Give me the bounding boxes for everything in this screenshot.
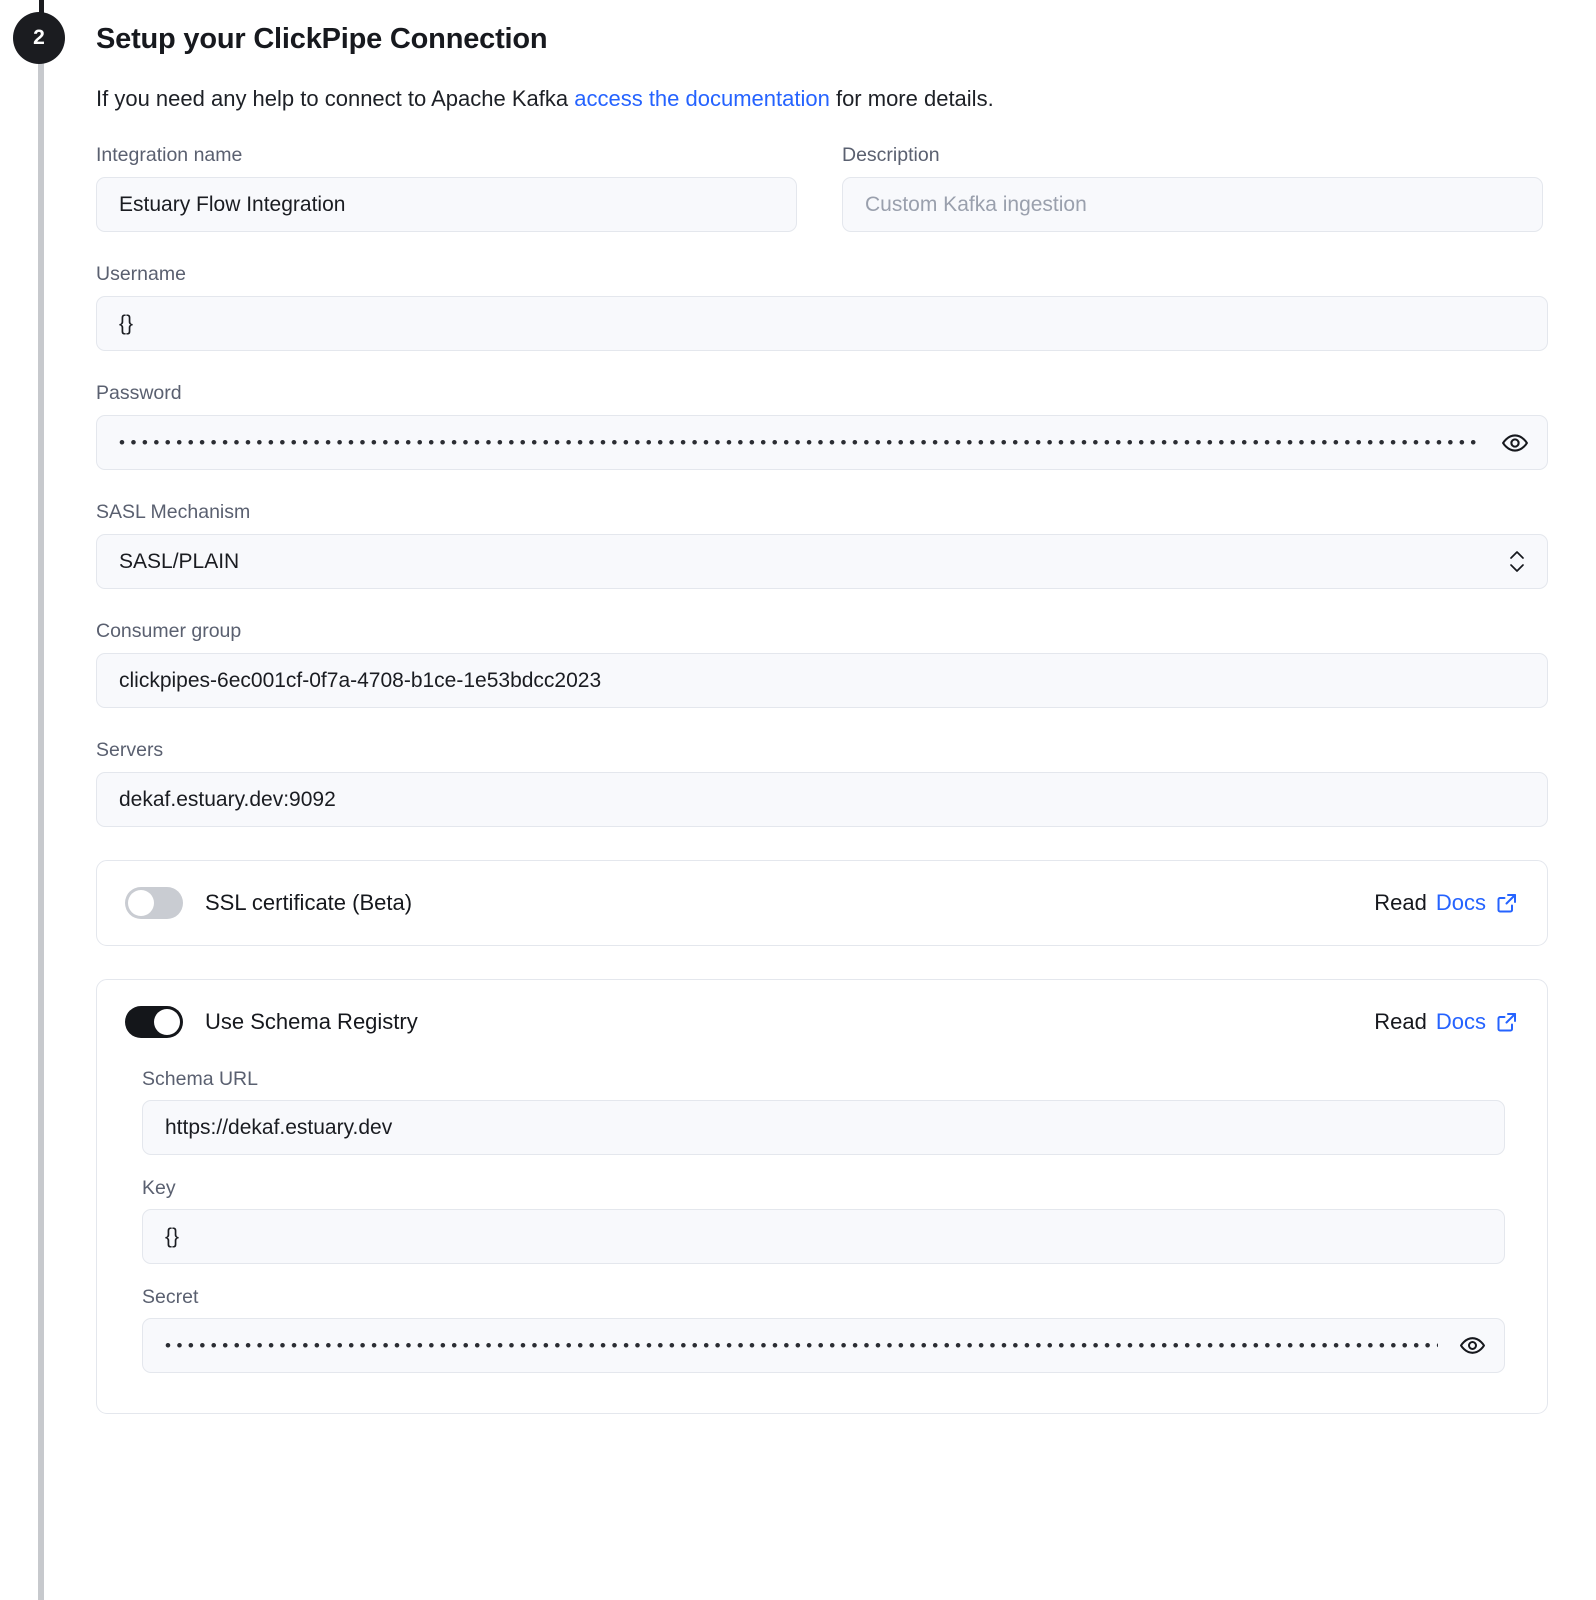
schema-registry-toggle-group: Use Schema Registry	[125, 1006, 418, 1038]
ssl-certificate-card: SSL certificate (Beta) Read Docs	[96, 860, 1548, 946]
description-label: Description	[842, 144, 1543, 166]
servers-label: Servers	[96, 739, 1548, 761]
external-link-icon	[1495, 1010, 1519, 1034]
schema-docs-word: Docs	[1436, 1009, 1486, 1035]
rail-line-below	[38, 62, 44, 1600]
chevron-up-down-icon[interactable]	[1506, 547, 1528, 577]
consumer-group-label: Consumer group	[96, 620, 1548, 642]
schema-secret-label: Secret	[142, 1286, 1505, 1308]
sasl-mechanism-label: SASL Mechanism	[96, 501, 1548, 523]
sasl-mechanism-select[interactable]: SASL/PLAIN	[96, 534, 1548, 589]
schema-registry-toggle[interactable]	[125, 1006, 183, 1038]
schema-registry-read-docs-link[interactable]: Read Docs	[1374, 1009, 1519, 1035]
schema-key-label: Key	[142, 1177, 1505, 1199]
description-input[interactable]: Custom Kafka ingestion	[842, 177, 1543, 232]
password-group: Password •••••••••••••••••••••••••••••••…	[96, 382, 1548, 470]
integration-name-label: Integration name	[96, 144, 797, 166]
eye-icon[interactable]	[1500, 428, 1530, 458]
eye-icon[interactable]	[1457, 1331, 1487, 1361]
schema-url-label: Schema URL	[142, 1068, 1505, 1090]
schema-registry-body: Schema URL https://dekaf.estuary.dev Key…	[97, 1068, 1547, 1413]
schema-secret-group: Secret •••••••••••••••••••••••••••••••••…	[142, 1286, 1505, 1373]
consumer-group-group: Consumer group clickpipes-6ec001cf-0f7a-…	[96, 620, 1548, 708]
servers-input[interactable]: dekaf.estuary.dev:9092	[96, 772, 1548, 827]
step-number-badge: 2	[13, 12, 65, 64]
schema-key-group: Key {}	[142, 1177, 1505, 1264]
subtitle-text-after: for more details.	[830, 86, 994, 111]
name-description-row: Integration name Estuary Flow Integratio…	[96, 144, 1548, 232]
password-masked-value: ••••••••••••••••••••••••••••••••••••••••…	[119, 415, 1481, 470]
integration-name-group: Integration name Estuary Flow Integratio…	[96, 144, 797, 232]
external-link-icon	[1495, 891, 1519, 915]
username-input[interactable]: {}	[96, 296, 1548, 351]
servers-group: Servers dekaf.estuary.dev:9092	[96, 739, 1548, 827]
ssl-read-word: Read	[1374, 890, 1427, 916]
sasl-mechanism-group: SASL Mechanism SASL/PLAIN	[96, 501, 1548, 589]
page-subtitle: If you need any help to connect to Apach…	[96, 85, 1548, 113]
password-input-wrap: ••••••••••••••••••••••••••••••••••••••••…	[96, 415, 1548, 470]
ssl-certificate-label: SSL certificate (Beta)	[205, 890, 412, 916]
schema-url-input[interactable]: https://dekaf.estuary.dev	[142, 1100, 1505, 1155]
ssl-certificate-header: SSL certificate (Beta) Read Docs	[97, 861, 1547, 945]
schema-read-word: Read	[1374, 1009, 1427, 1035]
consumer-group-input[interactable]: clickpipes-6ec001cf-0f7a-4708-b1ce-1e53b…	[96, 653, 1548, 708]
ssl-certificate-toggle-group: SSL certificate (Beta)	[125, 887, 412, 919]
password-label: Password	[96, 382, 1548, 404]
schema-registry-header: Use Schema Registry Read Docs	[97, 980, 1547, 1064]
sasl-mechanism-select-wrap: SASL/PLAIN	[96, 534, 1548, 589]
schema-secret-masked-value: ••••••••••••••••••••••••••••••••••••••••…	[165, 1318, 1438, 1373]
toggle-knob	[128, 890, 154, 916]
step-rail: 2	[38, 0, 44, 1600]
schema-secret-input-wrap: ••••••••••••••••••••••••••••••••••••••••…	[142, 1318, 1505, 1373]
schema-url-group: Schema URL https://dekaf.estuary.dev	[142, 1068, 1505, 1155]
schema-registry-card: Use Schema Registry Read Docs Schema URL…	[96, 979, 1548, 1414]
toggle-knob	[154, 1009, 180, 1035]
description-group: Description Custom Kafka ingestion	[842, 144, 1543, 232]
username-group: Username {}	[96, 263, 1548, 351]
integration-name-input[interactable]: Estuary Flow Integration	[96, 177, 797, 232]
schema-registry-label: Use Schema Registry	[205, 1009, 418, 1035]
schema-secret-input[interactable]: ••••••••••••••••••••••••••••••••••••••••…	[142, 1318, 1505, 1373]
page-title: Setup your ClickPipe Connection	[96, 22, 1548, 56]
ssl-docs-word: Docs	[1436, 890, 1486, 916]
setup-form-panel: Setup your ClickPipe Connection If you n…	[96, 0, 1548, 1414]
subtitle-text-before: If you need any help to connect to Apach…	[96, 86, 574, 111]
username-label: Username	[96, 263, 1548, 285]
schema-key-input[interactable]: {}	[142, 1209, 1505, 1264]
ssl-certificate-toggle[interactable]	[125, 887, 183, 919]
password-input[interactable]: ••••••••••••••••••••••••••••••••••••••••…	[96, 415, 1548, 470]
documentation-link[interactable]: access the documentation	[574, 86, 830, 111]
ssl-read-docs-link[interactable]: Read Docs	[1374, 890, 1519, 916]
